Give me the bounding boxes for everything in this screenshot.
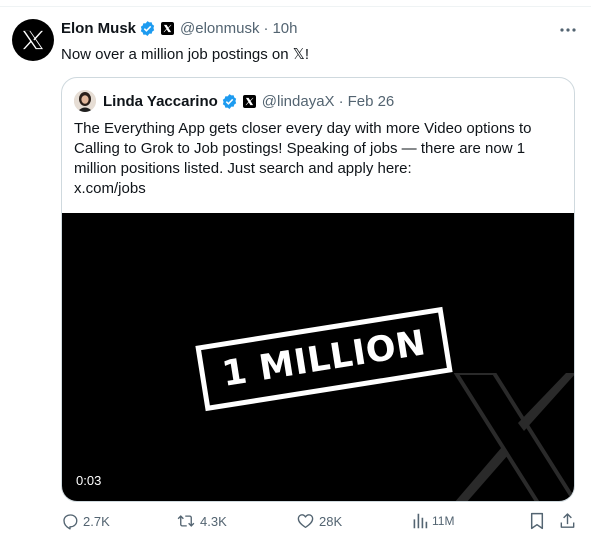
share-button[interactable] — [559, 512, 576, 530]
x-watermark-icon — [454, 373, 574, 501]
quoted-author-handle[interactable]: @lindayaX — [262, 93, 335, 110]
video-player[interactable]: 1 MILLION 0:03 — [62, 213, 574, 501]
quoted-tweet-header: Linda Yaccarino @lindayaX · Feb 26 — [74, 90, 394, 112]
jobs-link[interactable]: x.com/jobs — [74, 179, 564, 199]
quoted-date[interactable]: Feb 26 — [348, 93, 395, 110]
author-handle[interactable]: @elonmusk — [180, 20, 259, 37]
top-divider — [0, 6, 591, 7]
quoted-author-avatar[interactable] — [74, 90, 96, 112]
verified-badge-icon[interactable] — [221, 93, 238, 110]
bookmark-button[interactable] — [529, 512, 545, 530]
heart-icon — [297, 514, 314, 529]
quoted-text-line: Calling to Grok to Job postings! Speakin… — [74, 140, 526, 157]
reply-button[interactable]: 2.7K — [61, 512, 110, 530]
reply-count: 2.7K — [83, 513, 110, 529]
repost-button[interactable]: 4.3K — [176, 512, 227, 530]
bookmark-icon — [530, 512, 544, 530]
video-headline: 1 MILLION — [195, 306, 453, 412]
quoted-text-line: The Everything App gets closer every day… — [74, 120, 532, 137]
tweet-text: Now over a million job postings on 𝕏! — [61, 46, 310, 63]
reply-icon — [63, 514, 78, 530]
separator-dot: · — [263, 20, 269, 37]
quoted-tweet-text: The Everything App gets closer every day… — [74, 119, 564, 199]
x-logo-icon — [23, 30, 43, 50]
views-chart-icon — [413, 513, 428, 529]
author-name[interactable]: Elon Musk — [61, 20, 136, 37]
repost-count: 4.3K — [200, 513, 227, 529]
tweet-header: Elon Musk @elonmusk · 10h — [61, 20, 297, 37]
views-count: 11M — [432, 514, 455, 528]
share-icon — [560, 513, 575, 528]
quoted-author-name[interactable]: Linda Yaccarino — [103, 93, 218, 110]
x-affiliate-badge-icon[interactable] — [242, 94, 256, 108]
verified-badge-icon[interactable] — [139, 20, 156, 37]
author-avatar[interactable] — [12, 19, 54, 61]
like-count: 28K — [319, 513, 343, 529]
tweet-action-bar: 2.7K 4.3K 28K 11M — [0, 512, 591, 538]
repost-icon — [177, 515, 195, 527]
tweet-time[interactable]: 10h — [272, 20, 297, 37]
more-dots-icon[interactable] — [558, 20, 578, 40]
video-duration: 0:03 — [76, 473, 102, 488]
separator-dot: · — [338, 92, 344, 110]
quoted-text-line: million positions listed. Just search an… — [74, 160, 412, 177]
views-button[interactable]: 11M — [412, 512, 454, 530]
quoted-tweet-card[interactable]: Linda Yaccarino @lindayaX · Feb 26 The E… — [61, 77, 575, 502]
x-affiliate-badge-icon[interactable] — [161, 22, 175, 35]
like-button[interactable]: 28K — [296, 512, 342, 530]
